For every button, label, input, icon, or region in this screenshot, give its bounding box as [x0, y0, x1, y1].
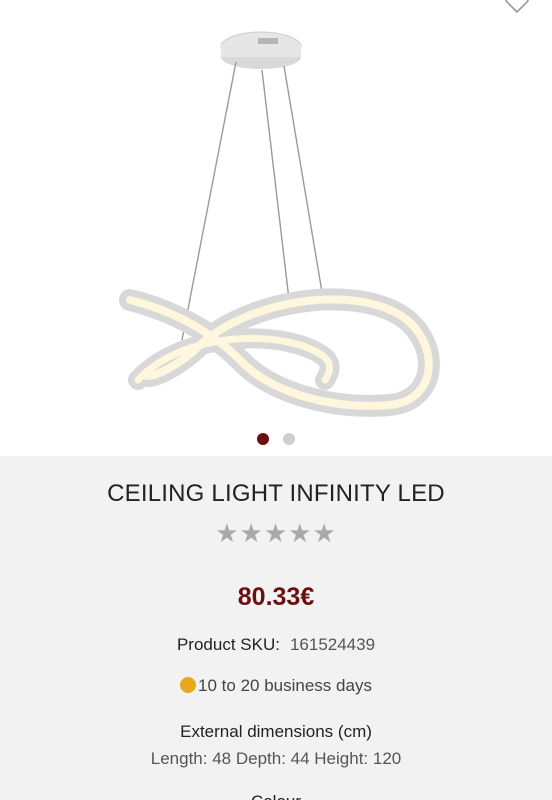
sku-label: Product SKU:	[176, 635, 280, 654]
next-section-label: Colour	[0, 792, 552, 800]
status-dot-icon	[180, 677, 197, 693]
product-title: CEILING LIGHT INFINITY LED	[107, 480, 445, 507]
product-price: 80.33€	[237, 583, 315, 611]
gallery-dot-2[interactable]	[283, 432, 296, 445]
product-info: CEILING LIGHT INFINITY LED ★★★★★ 80.33€ …	[0, 456, 552, 800]
product-image-gallery[interactable]	[0, 0, 552, 456]
dimensions-title: External dimensions (cm)	[180, 722, 372, 741]
dimensions-values: Length: 48 Depth: 44 Height: 120	[150, 749, 402, 768]
delivery-text: 10 to 20 business days	[198, 676, 372, 695]
rating-stars[interactable]: ★★★★★	[0, 518, 552, 549]
product-sku: Product SKU: 161524439	[0, 635, 552, 655]
delivery-time: 10 to 20 business days	[0, 676, 552, 696]
gallery-pagination	[0, 430, 552, 448]
product-image	[119, 31, 440, 417]
sku-value: 161524439	[289, 635, 376, 654]
gallery-dot-1[interactable]	[256, 432, 269, 445]
